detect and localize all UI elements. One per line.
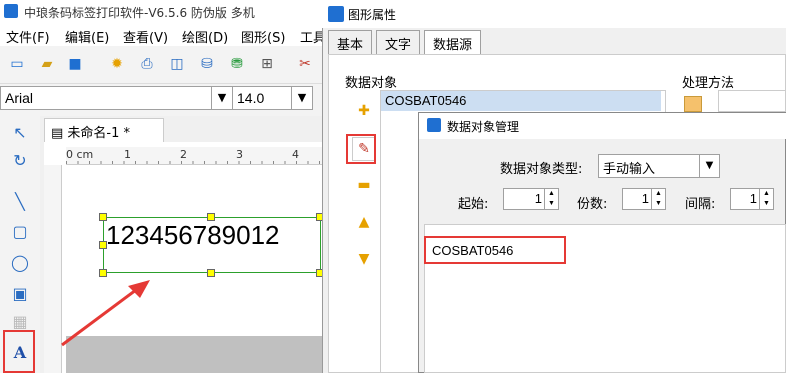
data-value-highlight	[424, 236, 566, 264]
start-input[interactable]: 1 ▲ ▼	[503, 188, 559, 210]
move-down-icon[interactable]: ▼	[352, 248, 376, 272]
copies-label: 份数:	[577, 197, 608, 212]
type-label: 数据对象类型:	[500, 162, 583, 177]
processing-label: 处理方法	[682, 76, 735, 91]
copies-value: 1	[641, 191, 649, 206]
add-icon[interactable]: ✚	[352, 100, 376, 124]
edit-button-highlight	[346, 134, 376, 164]
tab-basic[interactable]: 基本	[328, 30, 373, 54]
spinner-arrows-icon[interactable]: ▲ ▼	[759, 189, 773, 209]
data-object-item[interactable]: COSBAT0546	[381, 91, 661, 111]
tab-data-source[interactable]: 数据源	[424, 30, 482, 54]
interval-value: 1	[749, 191, 757, 206]
start-label: 起始:	[458, 197, 489, 212]
dialog-title: 图形属性	[348, 8, 397, 22]
move-up-icon[interactable]: ▲	[352, 211, 376, 235]
chevron-down-icon[interactable]: ▼	[699, 155, 719, 177]
data-type-value: 手动输入	[603, 162, 656, 177]
remove-icon[interactable]: ▬	[352, 174, 376, 198]
dialog-title-bar: 数据对象管理	[419, 113, 786, 139]
copies-input[interactable]: 1 ▲ ▼	[622, 188, 666, 210]
start-value: 1	[534, 191, 542, 206]
dialog-title-bar: 图形属性	[322, 0, 786, 28]
interval-label: 间隔:	[685, 197, 716, 212]
spinner-arrows-icon[interactable]: ▲ ▼	[544, 189, 558, 209]
processing-list[interactable]	[718, 90, 786, 112]
tab-text[interactable]: 文字	[376, 30, 421, 54]
dialog-icon	[427, 118, 441, 132]
data-objects-label: 数据对象	[345, 76, 398, 91]
dialog-title: 数据对象管理	[447, 120, 520, 134]
spinner-arrows-icon[interactable]: ▲ ▼	[651, 189, 665, 209]
interval-input[interactable]: 1 ▲ ▼	[730, 188, 774, 210]
data-type-select[interactable]: 手动输入 ▼	[598, 154, 720, 178]
processing-add-icon[interactable]	[684, 96, 702, 112]
dialog-icon	[328, 6, 344, 22]
processing-panel	[676, 90, 786, 112]
